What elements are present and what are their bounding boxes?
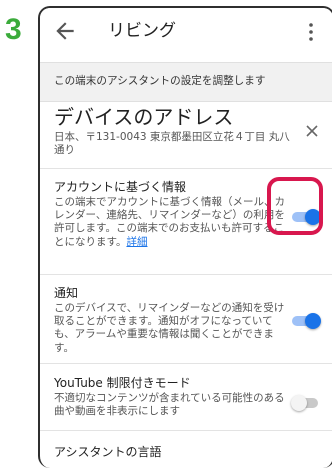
setting-title: 通知 [54,286,79,300]
arrow-back-icon[interactable] [52,18,78,44]
subheader-text: この端末のアシスタントの設定を調整します [54,75,266,87]
highlight-box [267,177,323,235]
setting-description: 不適切なコンテンツが含まれている可能性のある曲や動画を非表示にします [54,392,285,418]
address-title: デバイスのアドレス [54,105,234,129]
address-description: 日本、〒131-0043 東京都墨田区立花４丁目 丸八通り [54,131,290,156]
setting-title: YouTube 制限付きモード [54,376,191,390]
setting-youtube-restricted-mode[interactable]: YouTube 制限付きモード 不適切なコンテンツが含まれている可能性のある曲や… [40,375,332,423]
setting-description: このデバイスで、リマインダーなどの通知を受け取ることができます。通知がオフになっ… [54,302,285,354]
notifications-toggle[interactable] [290,313,322,329]
youtube-restricted-toggle[interactable] [290,395,322,411]
subheader: この端末のアシスタントの設定を調整します [40,62,332,102]
divider [40,274,332,275]
toggle-thumb [291,395,307,411]
close-icon[interactable] [304,123,320,139]
toggle-thumb [305,313,321,329]
setting-title: アシスタントの言語 [54,445,162,459]
page-title: リビング [108,21,176,41]
setting-description: この端末でアカウントに基づく情報（メール、カレンダー、連絡先、リマインダーなど）… [54,196,285,248]
more-vert-icon[interactable] [304,20,318,44]
step-number: 3 [5,13,22,46]
setting-title: アカウントに基づく情報 [54,180,187,194]
details-link[interactable]: 詳細 [126,236,147,248]
setting-notifications[interactable]: 通知 このデバイスで、リマインダーなどの通知を受け取ることができます。通知がオフ… [40,285,332,357]
device-address-section[interactable]: デバイスのアドレス 日本、〒131-0043 東京都墨田区立花４丁目 丸八通り [40,104,332,164]
divider [40,168,332,169]
setting-assistant-language[interactable]: アシスタントの言語 [40,444,332,464]
divider [40,430,332,431]
app-bar: リビング [40,8,332,56]
phone-screen: リビング この端末のアシスタントの設定を調整します デバイスのアドレス 日本、〒… [38,6,332,468]
divider [40,363,332,364]
